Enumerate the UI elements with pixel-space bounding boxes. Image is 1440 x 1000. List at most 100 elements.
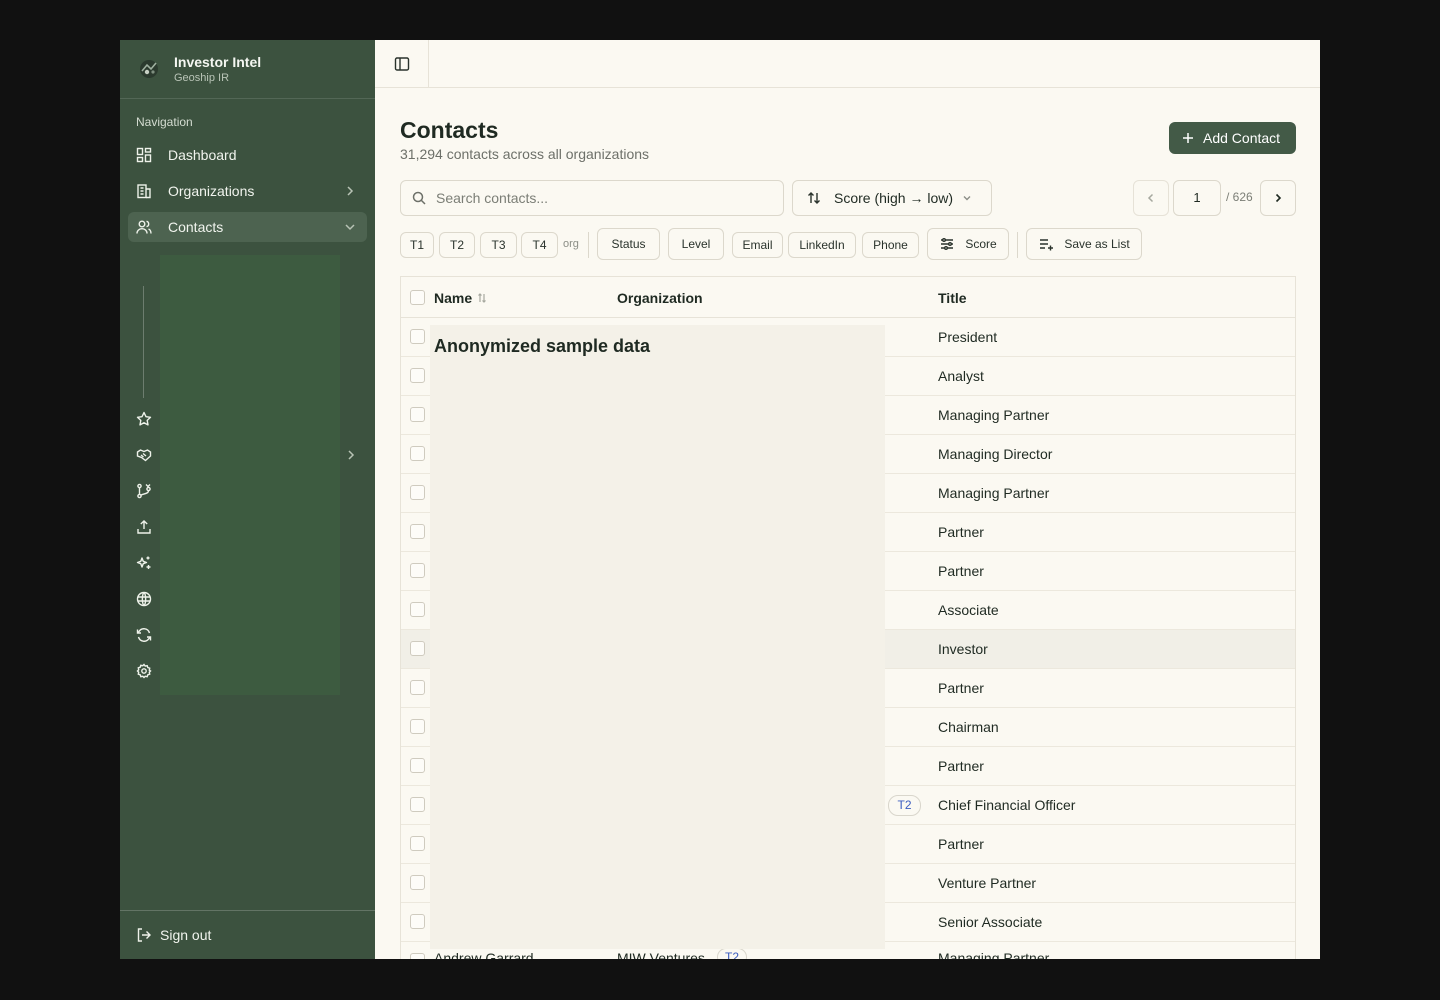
redacted-region: Anonymized sample data: [430, 325, 885, 949]
users-icon: [136, 219, 152, 235]
next-page-button[interactable]: [1260, 180, 1296, 216]
page-number-input[interactable]: 1: [1173, 180, 1221, 216]
column-header-label: Name: [434, 290, 473, 306]
row-checkbox[interactable]: [410, 446, 425, 461]
sparkles-icon[interactable]: [136, 555, 152, 571]
main-content: Contacts 31,294 contacts across all orga…: [375, 40, 1320, 959]
row-checkbox[interactable]: [410, 680, 425, 695]
contact-title: Partner: [938, 758, 984, 774]
filter-score-label: Score: [965, 237, 997, 251]
filter-tier-t2[interactable]: T2: [439, 232, 475, 258]
redaction-label: Anonymized sample data: [434, 336, 651, 356]
contact-title: Analyst: [938, 368, 984, 384]
row-checkbox[interactable]: [410, 875, 425, 890]
page-subtitle: 31,294 contacts across all organizations: [400, 146, 650, 162]
sidebar-item-label: Organizations: [168, 183, 255, 199]
save-as-list-button[interactable]: Save as List: [1026, 228, 1142, 260]
filter-linkedin-button[interactable]: LinkedIn: [788, 232, 856, 258]
logo-icon: [136, 56, 162, 82]
sign-out-label: Sign out: [160, 927, 212, 943]
contact-title: Managing Director: [938, 446, 1053, 462]
filter-status-button[interactable]: Status: [597, 228, 660, 260]
chevron-down-icon: [963, 196, 971, 201]
chevron-right-icon: [347, 186, 354, 196]
column-header-title[interactable]: Title: [938, 290, 967, 306]
table-header: Name Organization Title: [401, 277, 1295, 318]
row-checkbox[interactable]: [410, 368, 425, 383]
submenu-guide-line: [143, 286, 144, 398]
page-title: Contacts: [400, 117, 499, 143]
brand-header[interactable]: Investor Intel Geoship IR: [120, 40, 375, 99]
handshake-icon[interactable]: [136, 447, 152, 463]
contact-title: Senior Associate: [938, 914, 1043, 930]
row-checkbox[interactable]: [410, 407, 425, 422]
refresh-icon[interactable]: [136, 627, 152, 643]
row-checkbox[interactable]: [410, 758, 425, 773]
sidebar-item-contacts[interactable]: Contacts: [128, 212, 367, 242]
contact-organization[interactable]: MIW Ventures: [617, 950, 705, 959]
filter-phone-button[interactable]: Phone: [862, 232, 919, 258]
upload-icon[interactable]: [136, 519, 152, 535]
nav-section-label: Navigation: [136, 115, 193, 129]
star-icon[interactable]: [136, 411, 152, 427]
row-checkbox[interactable]: [410, 563, 425, 578]
search-input[interactable]: [436, 190, 756, 206]
dashboard-icon: [136, 147, 152, 163]
row-checkbox[interactable]: [410, 914, 425, 929]
plus-icon: [1183, 133, 1193, 143]
row-checkbox[interactable]: [410, 641, 425, 656]
add-contact-label: Add Contact: [1203, 130, 1281, 146]
sidebar-item-label: Contacts: [168, 219, 224, 235]
git-branch-icon[interactable]: [136, 483, 152, 499]
tier-badge: T2: [717, 948, 747, 959]
settings-icon[interactable]: [136, 663, 152, 679]
row-checkbox[interactable]: [410, 485, 425, 500]
contact-title: President: [938, 329, 998, 345]
row-checkbox[interactable]: [410, 797, 425, 812]
search-box[interactable]: [400, 180, 784, 216]
row-checkbox[interactable]: [410, 329, 425, 344]
column-header-organization[interactable]: Organization: [617, 290, 703, 306]
column-header-name[interactable]: Name: [434, 290, 488, 306]
row-checkbox[interactable]: [410, 719, 425, 734]
sidebar-toggle-button[interactable]: [375, 40, 429, 87]
row-checkbox[interactable]: [410, 836, 425, 851]
sort-select[interactable]: Score (high → low): [792, 180, 992, 216]
globe-icon[interactable]: [136, 591, 152, 607]
add-contact-button[interactable]: Add Contact: [1169, 122, 1296, 154]
contact-title: Partner: [938, 680, 984, 696]
app-subtitle: Geoship IR: [174, 71, 230, 84]
redacted-submenu: [160, 255, 340, 695]
filter-level-button[interactable]: Level: [668, 228, 724, 260]
chevron-left-icon: [1147, 193, 1154, 203]
sign-out-button[interactable]: Sign out: [120, 910, 375, 959]
filter-email-button[interactable]: Email: [732, 232, 783, 258]
contact-title: Chairman: [938, 719, 999, 735]
sidebar-item-organizations[interactable]: Organizations: [128, 176, 367, 206]
sort-arrows-icon: [808, 192, 820, 204]
contact-title: Partner: [938, 836, 984, 852]
chevron-right-icon[interactable]: [344, 448, 358, 462]
filter-score-button[interactable]: Score: [927, 228, 1009, 260]
previous-page-button[interactable]: [1133, 180, 1169, 216]
filter-tier-t3[interactable]: T3: [480, 232, 517, 258]
filter-tier-t1[interactable]: T1: [400, 232, 434, 258]
chevron-down-icon: [345, 224, 355, 231]
row-checkbox[interactable]: [410, 953, 425, 959]
select-all-checkbox[interactable]: [410, 290, 425, 305]
row-checkbox[interactable]: [410, 602, 425, 617]
contact-title: Managing Partner: [938, 950, 1050, 959]
contact-name[interactable]: Andrew Garrard: [434, 950, 534, 959]
contact-title: Associate: [938, 602, 999, 618]
sliders-icon: [941, 238, 954, 250]
divider: [588, 232, 589, 258]
sidebar-item-dashboard[interactable]: Dashboard: [128, 140, 367, 170]
contact-title: Managing Partner: [938, 407, 1050, 423]
save-as-list-label: Save as List: [1064, 237, 1130, 251]
app-title: Investor Intel: [174, 53, 262, 70]
divider: [1017, 232, 1018, 258]
row-checkbox[interactable]: [410, 524, 425, 539]
building-icon: [136, 183, 152, 199]
contact-title: Partner: [938, 524, 984, 540]
filter-tier-t4[interactable]: T4: [521, 232, 558, 258]
